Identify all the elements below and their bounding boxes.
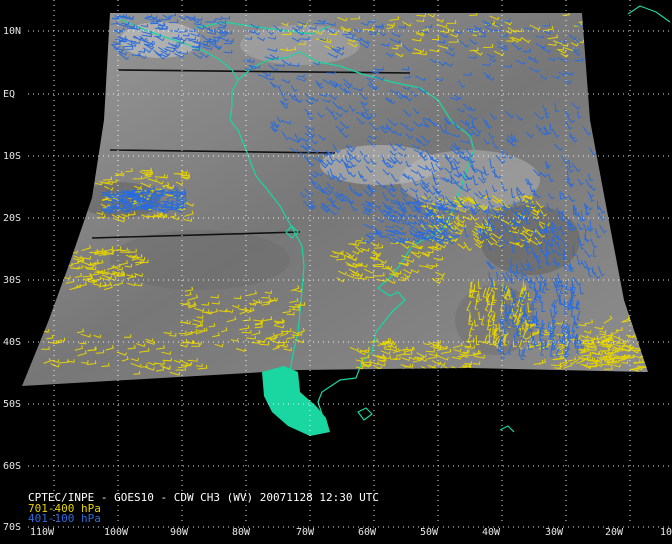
wind-barb bbox=[393, 369, 404, 375]
lon-label-10w: 10 bbox=[660, 527, 672, 538]
wind-barb bbox=[631, 318, 641, 327]
wind-barb bbox=[630, 316, 639, 324]
lon-label-50w: 50W bbox=[420, 527, 439, 538]
lon-label-70w: 70W bbox=[296, 527, 315, 538]
wind-vector-map: 10N EQ 10S 20S 30S 40S 50S 60S 70S 110W … bbox=[0, 0, 672, 544]
map-canvas bbox=[22, 0, 672, 528]
lon-label-60w: 60W bbox=[358, 527, 377, 538]
lat-label-40s: 40S bbox=[3, 337, 22, 348]
antarctic-peninsula-coastline bbox=[499, 425, 515, 433]
lon-label-100w: 100W bbox=[104, 527, 129, 538]
lon-label-20w: 20W bbox=[605, 527, 624, 538]
lon-label-110w: 110W bbox=[30, 527, 55, 538]
south-patagonia-fill bbox=[262, 366, 330, 436]
lat-label-10n: 10N bbox=[3, 26, 22, 37]
lat-label-50s: 50S bbox=[3, 399, 22, 410]
lat-label-30s: 30S bbox=[3, 275, 22, 286]
legend-high-layer: 401-100 hPa bbox=[28, 512, 101, 525]
lon-label-40w: 40W bbox=[482, 527, 501, 538]
falklands-outline bbox=[357, 407, 373, 421]
lat-label-60s: 60S bbox=[3, 461, 22, 472]
wind-barb bbox=[380, 369, 389, 374]
lat-label-70s: 70S bbox=[3, 522, 22, 533]
wind-barb bbox=[376, 368, 387, 373]
lat-label-10s: 10S bbox=[3, 151, 22, 162]
lon-label-30w: 30W bbox=[545, 527, 564, 538]
lon-label-80w: 80W bbox=[232, 527, 251, 538]
wind-barb bbox=[635, 333, 642, 340]
lon-label-90w: 90W bbox=[170, 527, 189, 538]
africa-coastline bbox=[627, 5, 671, 23]
lat-label-20s: 20S bbox=[3, 213, 22, 224]
lat-label-eq: EQ bbox=[3, 89, 16, 100]
